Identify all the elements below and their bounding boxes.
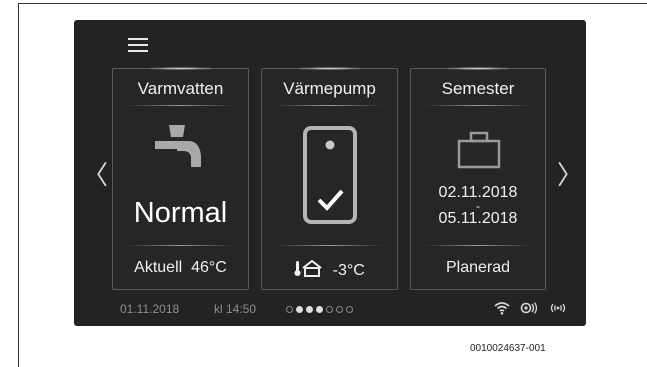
page-dot bbox=[346, 306, 353, 313]
divider bbox=[276, 105, 383, 106]
tile-highlight bbox=[448, 67, 508, 70]
page-dot bbox=[306, 306, 313, 313]
hot-water-mode: Normal bbox=[133, 197, 228, 229]
hamburger-menu-icon[interactable] bbox=[128, 38, 148, 54]
status-date: 01.11.2018 bbox=[120, 302, 180, 316]
tile-holiday[interactable]: Semester 02.11.2018 - 05.11.2018 Planera… bbox=[410, 67, 546, 290]
divider bbox=[276, 245, 383, 246]
tile-heat-pump[interactable]: Värmepump -3°C bbox=[261, 67, 398, 290]
tile-title: Semester bbox=[441, 79, 515, 98]
suitcase-icon bbox=[457, 131, 501, 169]
page-dot bbox=[326, 306, 333, 313]
page-dot bbox=[316, 306, 323, 313]
current-temperature: 46°C bbox=[191, 259, 227, 276]
status-icons bbox=[494, 301, 573, 315]
wifi-icon bbox=[494, 302, 510, 315]
page-dot bbox=[296, 306, 303, 313]
holiday-period: 02.11.2018 - 05.11.2018 bbox=[411, 184, 545, 228]
divider bbox=[127, 245, 234, 246]
tile-highlight bbox=[299, 67, 360, 70]
divider bbox=[425, 245, 531, 246]
tile-footer: -3°C bbox=[262, 259, 397, 280]
status-time: kl 14:50 bbox=[214, 302, 257, 316]
heat-pump-check-icon bbox=[303, 126, 357, 224]
chevron-left-icon[interactable]: 〈 bbox=[82, 160, 108, 190]
connection-icon bbox=[521, 302, 538, 314]
divider bbox=[425, 105, 531, 106]
date-separator: - bbox=[476, 199, 480, 213]
tile-title: Varmvatten bbox=[137, 79, 224, 98]
holiday-status: Planerad bbox=[445, 259, 511, 276]
control-panel-screen: 〈 〉 Varmvatten Normal Aktuell 46°C Värme… bbox=[74, 20, 586, 326]
tile-highlight bbox=[150, 67, 211, 70]
page-dot bbox=[336, 306, 343, 313]
page-indicator bbox=[286, 306, 356, 314]
tile-footer: Aktuell 46°C bbox=[113, 259, 248, 277]
date-to: 05.11.2018 bbox=[438, 210, 518, 227]
outdoor-temperature-icon bbox=[294, 259, 322, 277]
wireless-signal-icon bbox=[550, 303, 566, 313]
current-label: Aktuell bbox=[134, 259, 183, 276]
outdoor-temperature: -3°C bbox=[332, 262, 365, 279]
faucet-icon bbox=[155, 125, 201, 167]
chevron-right-icon[interactable]: 〉 bbox=[557, 160, 583, 190]
divider bbox=[127, 105, 234, 106]
tile-title: Värmepump bbox=[283, 79, 376, 98]
tile-hot-water[interactable]: Varmvatten Normal Aktuell 46°C bbox=[112, 67, 249, 290]
page-dot bbox=[286, 306, 293, 313]
document-code: 0010024637-001 bbox=[470, 343, 546, 354]
